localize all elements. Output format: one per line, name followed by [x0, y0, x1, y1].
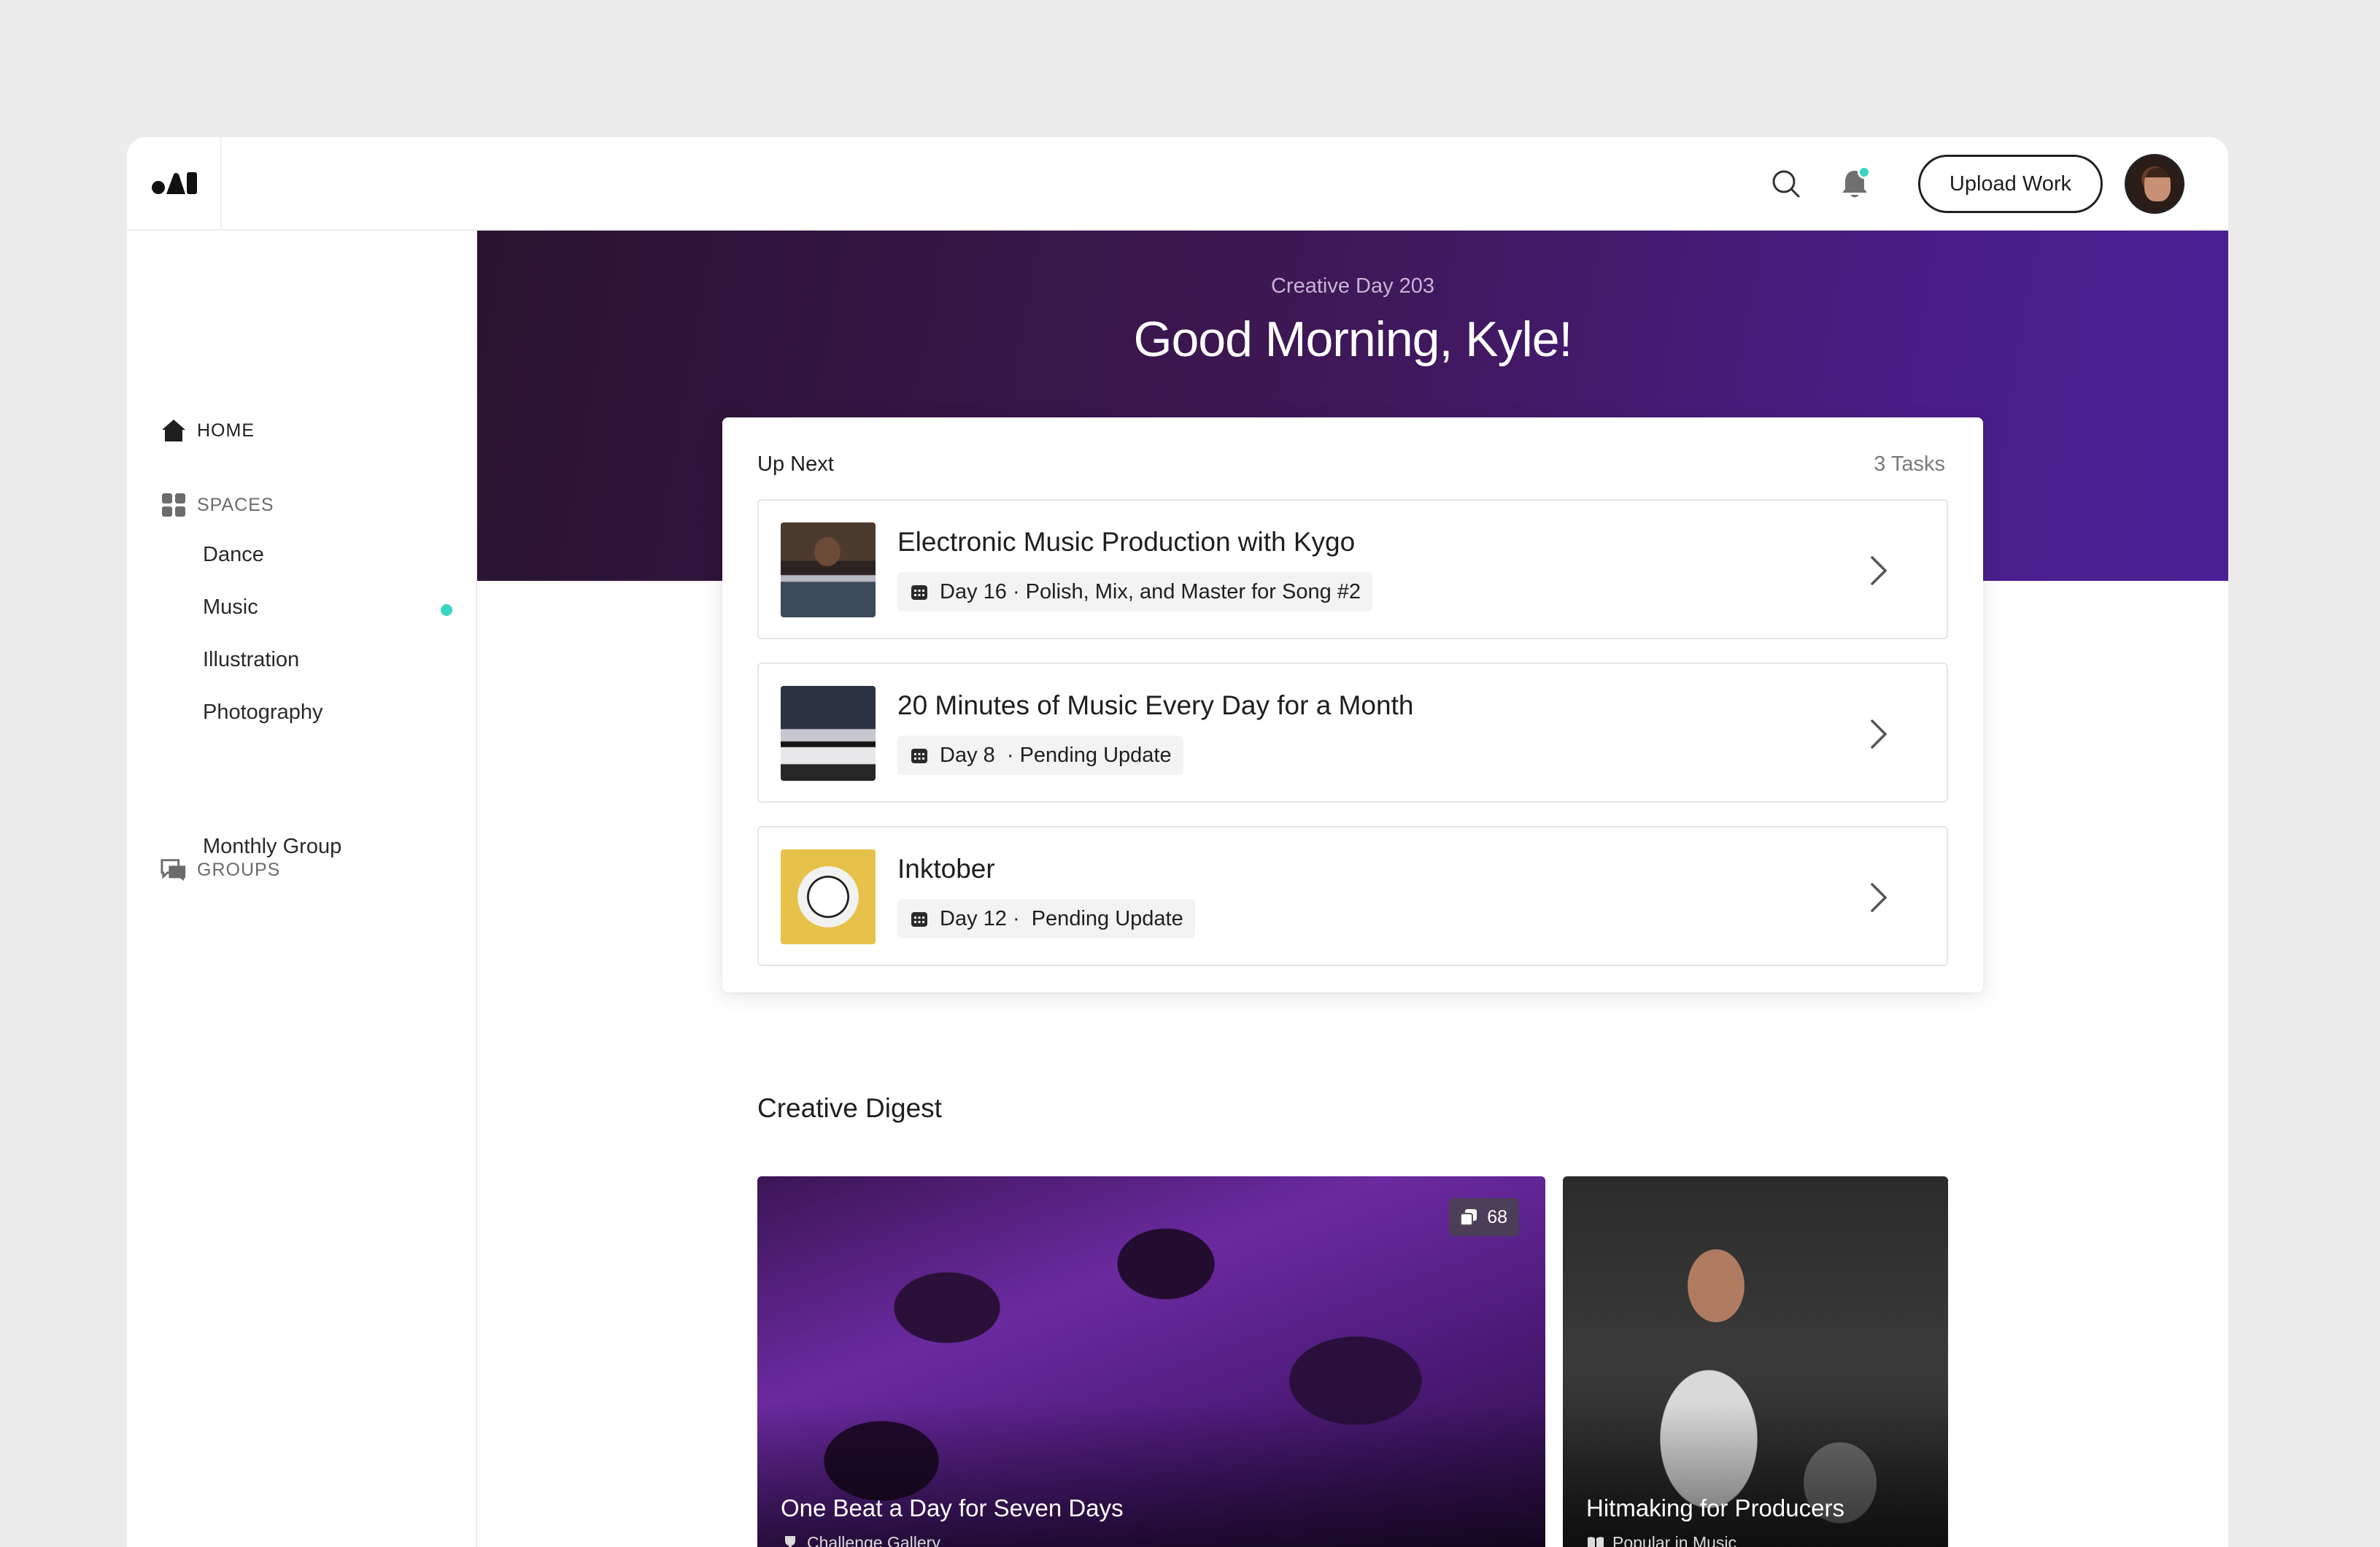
sidebar-home-label: HOME: [197, 420, 255, 441]
creative-day-label: Creative Day 203: [1270, 274, 1435, 298]
task-thumbnail: [781, 522, 876, 617]
task-meta-text: Day 8 · Pending Update: [940, 743, 1172, 767]
sidebar-item-dance[interactable]: Dance: [203, 543, 264, 567]
task-title: Inktober: [897, 854, 995, 884]
calendar-icon: [911, 749, 927, 763]
digest-card-subtitle-text: Popular in Music: [1612, 1533, 1737, 1547]
sidebar-item-photography[interactable]: Photography: [203, 701, 322, 725]
sidebar-item-monthly-group[interactable]: Monthly Group: [203, 835, 341, 859]
music-activity-dot: [441, 604, 452, 616]
sidebar-item-home[interactable]: HOME: [161, 417, 255, 444]
digest-card-subtitle-text: Challenge Gallery: [807, 1533, 940, 1547]
task-thumbnail: [781, 686, 876, 781]
sidebar-section-groups: GROUPS: [161, 857, 280, 883]
avatar[interactable]: [2125, 154, 2184, 214]
gallery-count: 68: [1487, 1206, 1507, 1227]
digest-card[interactable]: Hitmaking for Producers Popular in Music: [1563, 1176, 1948, 1547]
up-next-card: Up Next 3 Tasks Electronic Music Product…: [722, 417, 1983, 992]
digest-card[interactable]: 68 One Beat a Day for Seven Days Challen…: [757, 1176, 1545, 1547]
brand-logo[interactable]: [152, 170, 198, 196]
sidebar: HOME SPACES Dance Music Illustration Pho…: [127, 231, 477, 1547]
task-meta-text: Day 12 · Pending Update: [940, 906, 1183, 930]
book-icon: [1588, 1536, 1604, 1547]
trophy-icon: [785, 1535, 795, 1547]
logo-cell: [127, 137, 222, 229]
sidebar-item-illustration[interactable]: Illustration: [203, 648, 299, 672]
creative-digest-title: Creative Digest: [757, 1093, 942, 1123]
sidebar-groups-label: GROUPS: [197, 859, 281, 880]
chevron-right-icon: [1871, 883, 1888, 912]
home-icon: [161, 417, 187, 444]
chevron-right-icon: [1871, 720, 1888, 749]
task-count: 3 Tasks: [1874, 452, 1945, 476]
digest-card-subtitle: Challenge Gallery: [781, 1533, 940, 1547]
task-title: 20 Minutes of Music Every Day for a Mont…: [897, 690, 1414, 720]
grid-icon: [161, 492, 187, 518]
up-next-label: Up Next: [757, 452, 834, 476]
search-icon: [1772, 170, 1800, 198]
notifications-button[interactable]: [1834, 163, 1876, 205]
gallery-count-badge: 68: [1449, 1198, 1519, 1236]
task-title: Electronic Music Production with Kygo: [897, 527, 1356, 557]
sidebar-section-spaces: SPACES: [161, 492, 274, 518]
task-meta: Day 8 · Pending Update: [897, 736, 1183, 775]
top-actions: Upload Work: [1765, 153, 2184, 215]
task-meta-text: Day 16 · Polish, Mix, and Master for Son…: [940, 579, 1361, 603]
search-button[interactable]: [1765, 163, 1807, 205]
sidebar-item-music[interactable]: Music: [203, 595, 258, 620]
upload-work-button[interactable]: Upload Work: [1917, 155, 2103, 213]
card-shade: [757, 1403, 1545, 1547]
sidebar-spaces-label: SPACES: [197, 494, 274, 515]
task-thumbnail: [781, 849, 876, 944]
notification-dot: [1857, 166, 1871, 179]
task-meta: Day 16 · Polish, Mix, and Master for Son…: [897, 572, 1373, 612]
digest-card-title: Hitmaking for Producers: [1586, 1494, 1844, 1521]
card-shade: [1563, 1403, 1948, 1547]
task-meta: Day 12 · Pending Update: [897, 899, 1195, 938]
task-row[interactable]: 20 Minutes of Music Every Day for a Mont…: [757, 663, 1948, 803]
task-row[interactable]: Inktober Day 12 · Pending Update: [757, 826, 1948, 966]
app-window: Upload Work HOME SPACES Dance Music Illu…: [127, 137, 2228, 1547]
calendar-icon: [911, 585, 927, 600]
top-bar: Upload Work: [127, 137, 2228, 231]
chevron-right-icon: [1871, 556, 1888, 585]
stack-icon: [1460, 1209, 1477, 1226]
task-row[interactable]: Electronic Music Production with Kygo Da…: [757, 499, 1948, 639]
digest-card-title: One Beat a Day for Seven Days: [781, 1494, 1124, 1521]
chat-bubbles-icon: [161, 857, 187, 883]
digest-card-subtitle: Popular in Music: [1586, 1533, 1736, 1547]
calendar-icon: [911, 912, 927, 927]
greeting-title: Good Morning, Kyle!: [1133, 312, 1573, 367]
